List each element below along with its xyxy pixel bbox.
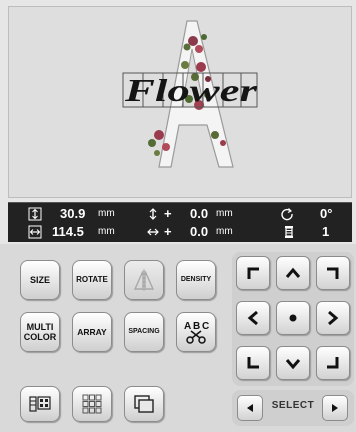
design-canvas: Flower [122, 20, 258, 168]
move-left-button[interactable] [236, 301, 270, 335]
arrow-up-icon [285, 267, 301, 278]
spacing-button[interactable]: SPACING [124, 312, 164, 352]
horizontal-offset-value: 0.0 [190, 224, 209, 239]
color-list-button[interactable] [20, 386, 60, 422]
move-up-right-button[interactable] [316, 256, 350, 290]
array-button[interactable]: ARRAY [72, 312, 112, 352]
thread-count: 1 [322, 224, 330, 239]
move-center-button[interactable] [276, 301, 310, 335]
abc-letter-b: B [193, 321, 200, 332]
layout-grid-icon [82, 394, 102, 414]
vertical-offset-icon [149, 208, 157, 220]
density-button-label: DENSITY [180, 276, 212, 283]
select-label: SELECT [271, 400, 315, 411]
arrow-right-icon [328, 310, 339, 326]
density-button[interactable]: DENSITY [176, 260, 216, 300]
mirror-button[interactable] [124, 260, 164, 300]
height-value: 30.9 [60, 206, 86, 221]
arrow-down-right-icon [327, 357, 339, 369]
outline-button[interactable] [124, 386, 164, 422]
select-previous-button[interactable] [237, 395, 263, 421]
abc-letter-a: A [184, 321, 191, 332]
scissors-icon: A B C [184, 321, 209, 344]
arrow-up-left-icon [247, 267, 259, 279]
thread-spool-icon [285, 226, 293, 238]
multi-color-button[interactable]: MULTI COLOR [20, 312, 60, 352]
vertical-offset-sign: + [164, 206, 172, 221]
height-unit: mm [98, 208, 115, 219]
move-down-right-button[interactable] [316, 346, 350, 380]
vertical-offset-value: 0.0 [190, 206, 209, 221]
move-down-left-button[interactable] [236, 346, 270, 380]
outline-icon [134, 395, 154, 413]
thread-trim-button[interactable]: A B C [176, 312, 216, 352]
move-right-button[interactable] [316, 301, 350, 335]
multi-color-line-1: MULTI [26, 322, 54, 332]
arrow-left-icon [247, 310, 258, 326]
arrow-up-right-icon [327, 267, 339, 279]
layout-grid-button[interactable] [72, 386, 112, 422]
rotate-angle-icon [281, 208, 293, 221]
height-icon [28, 207, 42, 221]
move-up-left-button[interactable] [236, 256, 270, 290]
mirror-icon [133, 269, 155, 291]
width-value: 114.5 [52, 224, 84, 239]
move-up-button[interactable] [276, 256, 310, 290]
abc-letter-c: C [202, 321, 209, 332]
multi-color-line-2: COLOR [23, 332, 57, 342]
arrow-down-left-icon [247, 357, 259, 369]
triangle-right-icon [332, 404, 338, 412]
color-list-icon [29, 396, 51, 412]
rotate-button-label: ROTATE [76, 275, 108, 284]
angle-value: 0° [320, 206, 333, 221]
horizontal-offset-unit: mm [216, 226, 233, 237]
width-icon [28, 225, 42, 239]
move-arrow-pad [232, 252, 354, 386]
embroidery-preview: Flower [8, 6, 352, 198]
horizontal-offset-sign: + [164, 224, 172, 239]
width-unit: mm [98, 226, 115, 237]
size-button-label: SIZE [29, 275, 50, 285]
size-info-bar: 30.9 mm + 0.0 mm 0° 114.5 mm + 0.0 mm 1 [8, 202, 352, 242]
spacing-button-label: SPACING [128, 328, 160, 335]
center-dot-icon [289, 314, 297, 322]
select-bar: SELECT [232, 390, 354, 426]
triangle-left-icon [247, 404, 253, 412]
array-button-label: ARRAY [77, 327, 107, 337]
multi-color-button-label: MULTI COLOR [24, 322, 57, 342]
horizontal-offset-icon [147, 228, 159, 236]
arrow-down-icon [285, 359, 301, 370]
move-down-button[interactable] [276, 346, 310, 380]
size-button[interactable]: SIZE [20, 260, 60, 300]
select-next-button[interactable] [322, 395, 348, 421]
embroidery-text: Flower [124, 72, 258, 108]
vertical-offset-unit: mm [216, 208, 233, 219]
rotate-button[interactable]: ROTATE [72, 260, 112, 300]
